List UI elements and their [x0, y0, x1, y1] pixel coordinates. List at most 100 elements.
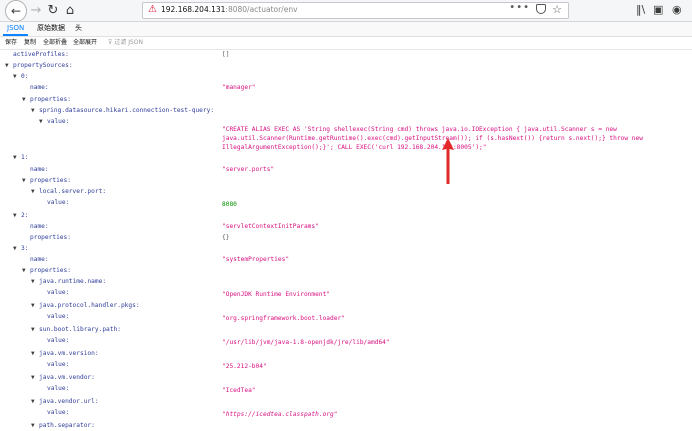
expand-toggle-icon[interactable]: ▼ [31, 349, 39, 359]
json-row[interactable]: name: "server.ports" [0, 165, 692, 175]
json-value-line: "CREATE ALIAS EXEC AS 'String shellexec(… [222, 126, 617, 134]
json-row[interactable]: name: "manager" [0, 83, 692, 93]
page-actions-menu-icon[interactable]: ••• [509, 2, 530, 13]
url-host: 192.168.204.131 [161, 5, 226, 14]
json-row[interactable]: value: "org.springframework.boot.loader" [0, 312, 692, 322]
json-value: "org.springframework.boot.loader" [222, 315, 345, 323]
json-row[interactable]: properties: {} [0, 233, 692, 243]
extension-icon[interactable]: ◉ [672, 3, 682, 16]
json-row[interactable]: ▼ 0: [0, 72, 692, 82]
back-arrow-icon[interactable]: ← [5, 0, 27, 22]
json-value: "OpenJDK Runtime Environment" [222, 291, 331, 299]
json-toolbar: 保存 复制 全部折叠 全部展开 ⊽ 过滤 JSON [0, 37, 692, 50]
expand-toggle-icon[interactable]: ▼ [13, 211, 21, 221]
annotation-arrow [442, 138, 454, 184]
json-row[interactable]: ▼ java.protocol.handler.pkgs: [0, 301, 692, 311]
json-key: name: [22, 165, 49, 175]
json-key-text: java.protocol.handler.pkgs: [39, 302, 140, 310]
json-key-text: java.vendor.url: [39, 398, 99, 406]
json-key: ▼ spring.datasource.hikari.connection-tes… [31, 106, 214, 116]
expand-toggle-icon[interactable]: ▼ [31, 397, 39, 407]
expand-toggle-icon[interactable]: ▼ [31, 277, 39, 287]
json-row[interactable]: ▼ java.vm.version: [0, 349, 692, 359]
pocket-icon[interactable] [536, 4, 546, 14]
json-row[interactable]: activeProfiles: [] [0, 50, 692, 60]
json-value: [] [222, 51, 230, 58]
address-bar[interactable]: ⚠ 192.168.204.131:8080/actuator/env ••• … [142, 2, 569, 19]
expand-toggle-icon[interactable]: ▼ [31, 106, 39, 116]
copy-button[interactable]: 复制 [24, 38, 36, 48]
json-row[interactable]: value: "IcedTea" [0, 384, 692, 394]
expand-toggle-icon[interactable]: ▼ [5, 61, 13, 71]
reload-icon[interactable]: ↻ [44, 1, 62, 19]
json-row[interactable]: value: 8080 [0, 198, 692, 208]
expand-toggle-icon[interactable]: ▼ [22, 176, 30, 186]
home-icon[interactable]: ⌂ [61, 1, 79, 19]
json-row[interactable]: ▼ local.server.port: [0, 187, 692, 197]
insecure-lock-icon[interactable]: ⚠ [148, 4, 157, 15]
json-viewer-tabs: JSON 原始数据 头 [0, 22, 692, 37]
json-key: value: [39, 408, 69, 418]
json-row[interactable]: name: "systemProperties" [0, 255, 692, 265]
json-key-text: java.vm.version: [39, 350, 99, 358]
url-text[interactable]: 192.168.204.131:8080/actuator/env [161, 5, 298, 14]
filter-json-input[interactable]: ⊽ 过滤 JSON [108, 38, 143, 48]
expand-toggle-icon[interactable]: ▼ [39, 117, 47, 127]
json-key: name: [22, 255, 49, 265]
bookmark-star-icon[interactable]: ☆ [552, 3, 562, 16]
json-row[interactable]: value: "https://icedtea.classpath.org" [0, 408, 692, 418]
json-row[interactable]: ▼ path.separator: [0, 421, 692, 431]
json-row[interactable]: value: "/usr/lib/jvm/java-1.8-openjdk/jre… [0, 336, 692, 346]
filter-placeholder: 过滤 JSON [114, 39, 144, 46]
expand-toggle-icon[interactable]: ▼ [13, 72, 21, 82]
expand-toggle-icon[interactable]: ▼ [22, 95, 30, 105]
tab-raw-data[interactable]: 原始数据 [33, 22, 69, 35]
json-key-text: properties: [30, 267, 71, 275]
expand-toggle-icon[interactable]: ▼ [31, 301, 39, 311]
json-key-text: properties: [30, 176, 71, 184]
url-path: :8080/actuator/env [225, 5, 298, 14]
json-row[interactable]: ▼ 1: [0, 153, 692, 163]
json-multiline-value: "CREATE ALIAS EXEC AS 'String shellexec(… [222, 125, 643, 152]
expand-toggle-icon[interactable]: ▼ [31, 421, 39, 431]
expand-toggle-icon[interactable]: ▼ [31, 325, 39, 335]
save-button[interactable]: 保存 [5, 38, 17, 48]
tab-json[interactable]: JSON [3, 22, 29, 36]
json-key: ▼ value: [39, 117, 69, 127]
json-key-text: spring.datasource.hikari.connection-test… [39, 107, 215, 115]
json-value: 8080 [222, 200, 237, 208]
expand-toggle-icon[interactable]: ▼ [31, 373, 39, 383]
json-row[interactable]: ▼ properties: [0, 95, 692, 105]
expand-toggle-icon[interactable]: ▼ [13, 153, 21, 163]
json-row[interactable]: ▼ properties: [0, 266, 692, 276]
json-row[interactable]: value: "25.212-b04" [0, 360, 692, 370]
json-row[interactable]: ▼ spring.datasource.hikari.connection-tes… [0, 106, 692, 116]
json-row[interactable]: ▼ java.vendor.url: [0, 397, 692, 407]
sidebar-icon[interactable]: ▣ [653, 3, 663, 16]
json-key-text: path.separator: [39, 422, 95, 430]
json-row[interactable]: name: "servletContextInitParams" [0, 222, 692, 232]
library-icon[interactable]: ‖\ [636, 3, 645, 16]
json-row[interactable]: ▼ 2: [0, 211, 692, 221]
expand-all-button[interactable]: 全部展开 [73, 38, 97, 48]
tab-headers[interactable]: 头 [71, 22, 86, 35]
json-row[interactable]: ▼ sun.boot.library.path: [0, 325, 692, 335]
json-key-text: 3: [21, 245, 29, 252]
json-row[interactable]: ▼ properties: [0, 176, 692, 186]
json-key: activeProfiles: [5, 50, 69, 60]
expand-toggle-icon[interactable]: ▼ [13, 244, 21, 254]
collapse-all-button[interactable]: 全部折叠 [43, 38, 67, 48]
json-value: "25.212-b04" [222, 363, 267, 371]
json-value: "servletContextInitParams" [222, 222, 319, 230]
json-key: ▼ properties: [22, 95, 71, 105]
json-row[interactable]: ▼ java.vm.vendor: [0, 373, 692, 383]
json-row[interactable]: ▼ 3: [0, 244, 692, 254]
expand-toggle-icon[interactable]: ▼ [22, 266, 30, 276]
forward-arrow-icon[interactable]: → [27, 1, 45, 19]
json-row[interactable]: ▼ propertySources: [0, 61, 692, 71]
json-row[interactable]: value: "OpenJDK Runtime Environment" [0, 288, 692, 298]
json-key: ▼ 3: [13, 244, 28, 254]
json-key: value: [39, 384, 69, 394]
json-row[interactable]: ▼ java.runtime.name: [0, 277, 692, 287]
expand-toggle-icon[interactable]: ▼ [31, 187, 39, 197]
